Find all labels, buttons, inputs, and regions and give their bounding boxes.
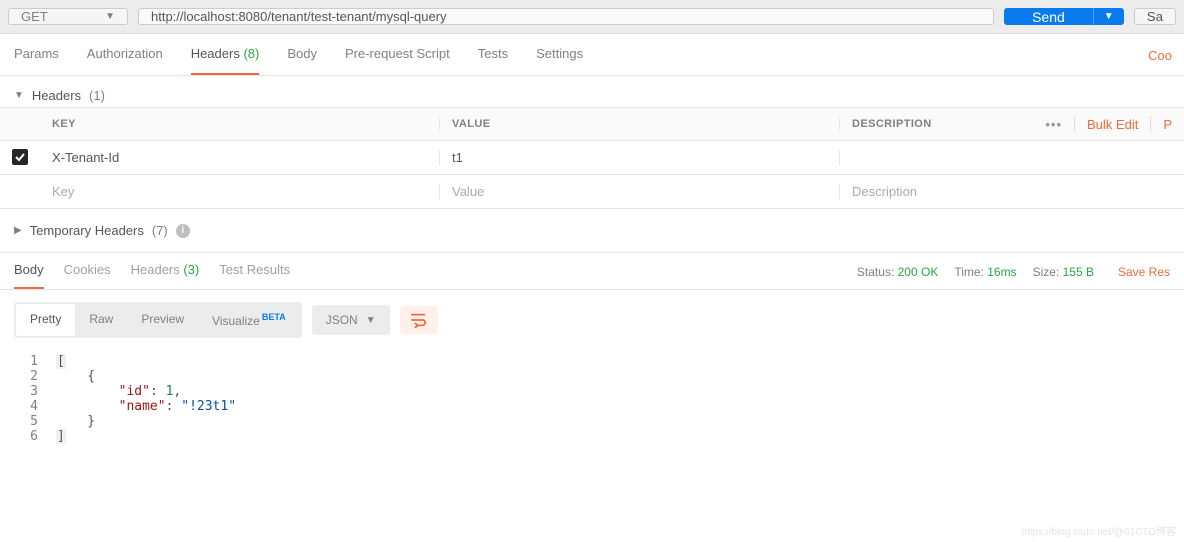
tab-settings[interactable]: Settings [536,46,583,75]
tab-headers[interactable]: Headers (8) [191,46,260,75]
check-icon [14,151,26,163]
wrap-lines-button[interactable] [400,306,438,334]
wrap-icon [410,312,428,328]
time-label: Time: 16ms [954,265,1016,279]
format-preview[interactable]: Preview [127,304,198,336]
col-key: KEY [40,118,440,130]
chevron-down-icon: ▼ [1104,11,1114,22]
resp-tab-tests[interactable]: Test Results [219,262,290,289]
info-icon[interactable]: i [176,224,190,238]
bulk-edit-link[interactable]: Bulk Edit [1087,117,1138,132]
format-segment: Pretty Raw Preview VisualizeBETA [14,302,302,338]
temp-headers-toggle[interactable]: ▶ Temporary Headers (7) i [0,209,1184,252]
header-key-cell[interactable]: X-Tenant-Id [40,150,440,165]
status-label: Status: 200 OK [857,265,938,279]
http-method-dropdown[interactable]: GET ▼ [8,8,128,25]
more-menu-icon[interactable]: ••• [1045,117,1062,132]
response-body[interactable]: 1[ 2 { 3 "id": 1, 4 "name": "!23t1" 5 } … [0,350,1184,464]
resp-tab-headers[interactable]: Headers (3) [131,262,200,289]
tab-prerequest[interactable]: Pre-request Script [345,46,450,75]
chevron-down-icon: ▼ [105,11,115,22]
save-response-link[interactable]: Save Res [1118,265,1170,279]
size-label: Size: 155 B [1033,265,1094,279]
col-value: VALUE [440,118,840,130]
http-method-value: GET [21,9,48,24]
col-description: DESCRIPTION [840,118,1045,130]
format-raw[interactable]: Raw [75,304,127,336]
body-type-dropdown[interactable]: JSON ▼ [312,305,390,335]
table-row[interactable]: X-Tenant-Id t1 [0,141,1184,175]
format-pretty[interactable]: Pretty [16,304,75,336]
chevron-down-icon: ▼ [14,90,24,101]
tab-body[interactable]: Body [287,46,317,75]
tab-authorization[interactable]: Authorization [87,46,163,75]
persist-link[interactable]: P [1163,117,1172,132]
headers-toggle[interactable]: ▼ Headers (1) [14,88,1170,103]
save-button[interactable]: Sa [1134,8,1176,25]
resp-tab-body[interactable]: Body [14,262,44,289]
resp-tab-cookies[interactable]: Cookies [64,262,111,289]
checkbox-checked[interactable] [12,149,28,165]
url-input[interactable] [138,8,994,25]
tab-params[interactable]: Params [14,46,59,75]
send-button[interactable]: Send [1004,8,1093,25]
tab-tests[interactable]: Tests [478,46,508,75]
table-row-empty[interactable]: Key Value Description [0,175,1184,209]
cookies-link[interactable]: Coo [1148,48,1172,75]
watermark: https://blog.csdn.net/@61CTO博客 [1022,523,1176,538]
format-visualize[interactable]: VisualizeBETA [198,304,300,336]
header-value-cell[interactable]: t1 [440,150,840,165]
chevron-right-icon: ▶ [14,225,22,236]
send-dropdown[interactable]: ▼ [1093,8,1124,25]
chevron-down-icon: ▼ [366,315,376,326]
